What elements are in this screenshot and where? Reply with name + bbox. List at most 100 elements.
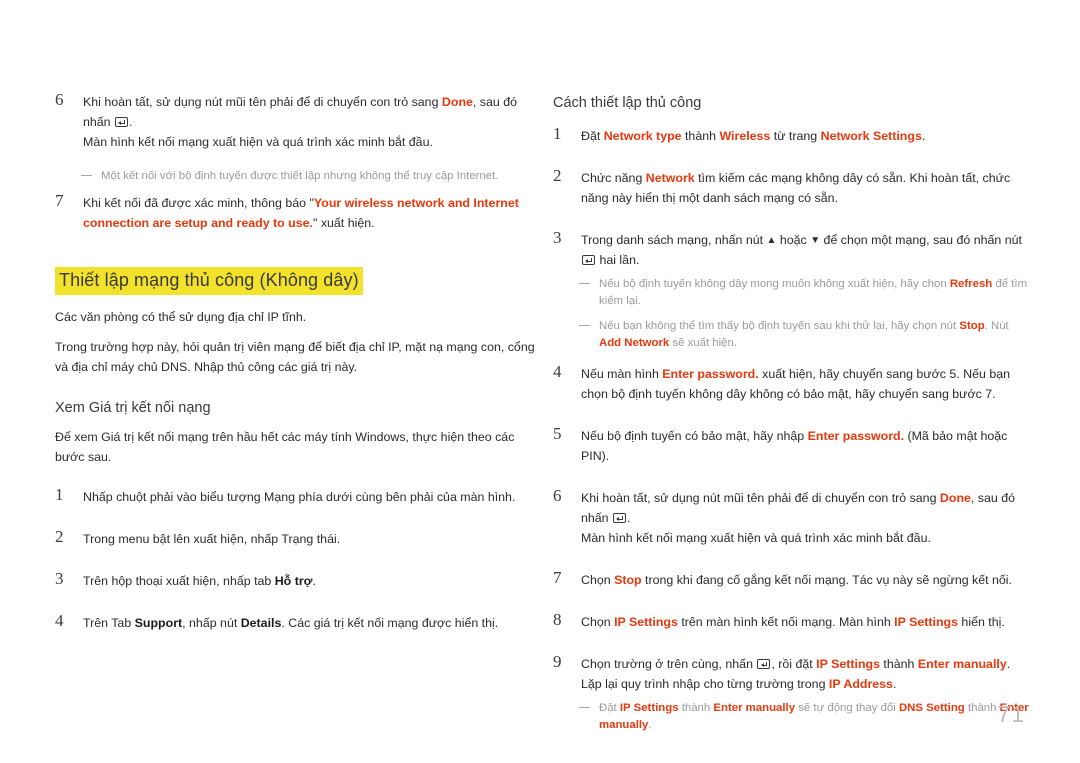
step-text-part: để chọn một mạng, sau đó nhấn nút (820, 233, 1022, 247)
step-text-part: Nếu màn hình (581, 367, 663, 381)
step-number: 6 (55, 90, 64, 109)
step-number: 2 (553, 166, 562, 185)
step-text-part: Đặt (581, 129, 604, 143)
highlighted-heading-wrap: Thiết lập mạng thủ công (Không dây) (55, 249, 535, 307)
right-step-8: 8 Chọn IP Settings trên màn hình kết nối… (553, 610, 1033, 632)
step-number: 5 (553, 424, 562, 443)
step-text-part: hiển thị. (957, 615, 1005, 629)
term-network-type: Network type (603, 129, 682, 143)
term-support: Support (134, 616, 183, 630)
step-number: 6 (553, 486, 562, 505)
term-refresh: Refresh (949, 278, 993, 290)
step-text: Khi kết nối đã được xác minh, thông báo … (83, 196, 519, 230)
right-step-7: 7 Chọn Stop trong khi đang cố gắng kết n… (553, 568, 1033, 590)
left-list-step-1: 1 Nhấp chuột phải vào biểu tượng Mạng ph… (55, 485, 535, 507)
term-ip-settings: IP Settings (614, 615, 678, 629)
term-enter-manually: Enter manually (713, 702, 796, 714)
note-text-part: Nếu bộ định tuyến không dây mong muốn kh… (599, 278, 950, 290)
step-number: 4 (553, 362, 562, 381)
step-text-part: " xuất hiện. (312, 216, 375, 230)
term-done: Done (939, 491, 971, 505)
term-ip-settings: IP Settings (619, 702, 679, 714)
step-number: 4 (55, 611, 64, 630)
step-text-part: Khi hoàn tất, sử dụng nút mũi tên phải đ… (581, 491, 940, 505)
step-text-part: từ trang (770, 129, 821, 143)
enter-key-icon (582, 255, 595, 265)
step-text-part: , rồi đặt (771, 657, 817, 671)
right-note-3: Đặt IP Settings thành Enter manually sẽ … (573, 700, 1033, 734)
note-text: Nếu bộ định tuyến không dây mong muốn kh… (599, 278, 1027, 307)
step-text: Nếu bộ định tuyến có bảo mật, hãy nhập E… (581, 429, 1007, 463)
right-note-1: Nếu bộ định tuyến không dây mong muốn kh… (573, 276, 1033, 310)
note-text: Một kết nối với bộ định tuyến được thiết… (101, 170, 499, 182)
right-step-1: 1 Đặt Network type thành Wireless từ tra… (553, 124, 1033, 146)
note-dash-icon (579, 276, 591, 285)
step-text-line2: Màn hình kết nối mạng xuất hiện và quá t… (83, 135, 433, 149)
right-step-2: 2 Chức năng Network tìm kiếm các mạng kh… (553, 166, 1033, 208)
term-stop: Stop (614, 573, 642, 587)
step-text: Trên Tab Support, nhấp nút Details. Các … (83, 616, 498, 630)
left-note-1: Một kết nối với bộ định tuyến được thiết… (75, 168, 535, 185)
arrow-up-icon: ▲ (766, 235, 777, 246)
step-text-part: Trên hộp thoại xuất hiện, nhấp tab (83, 574, 275, 588)
right-step-6: 6 Khi hoàn tất, sử dụng nút mũi tên phải… (553, 486, 1033, 548)
step-text-part: Chức năng (581, 171, 646, 185)
note-text: Nếu bạn không thể tìm thấy bộ định tuyến… (599, 320, 1009, 349)
left-list-step-2: 2 Trong menu bật lên xuất hiện, nhấp Trạ… (55, 527, 535, 549)
right-column-heading: Cách thiết lập thủ công (553, 95, 702, 111)
term-ip-settings: IP Settings (894, 615, 958, 629)
step-text-part: Trên Tab (83, 616, 135, 630)
term-ip-address: IP Address (828, 677, 893, 691)
note-text-part: . Nút (984, 320, 1009, 332)
step-text: Chọn IP Settings trên màn hình kết nối m… (581, 615, 1005, 629)
step-text-part: . Các giá trị kết nối mạng được hiển thị… (281, 616, 499, 630)
right-step-9: 9 Chọn trường ở trên cùng, nhấn , rồi đặ… (553, 652, 1033, 694)
page-section-heading: Thiết lập mạng thủ công (Không dây) (55, 267, 363, 295)
step-text-part: Chọn (581, 573, 615, 587)
note-dash-icon (579, 700, 591, 709)
term-network: Network (645, 171, 695, 185)
step-text: Nhấp chuột phải vào biểu tượng Mạng phía… (83, 490, 516, 504)
step-text: Trong danh sách mạng, nhấn nút ▲ hoặc ▼ … (581, 233, 1022, 267)
right-step-3: 3 Trong danh sách mạng, nhấn nút ▲ hoặc … (553, 228, 1033, 270)
enter-key-icon (115, 117, 129, 127)
step-text-part: . (312, 574, 316, 588)
term-add-network: Add Network (599, 337, 670, 349)
step-text: Đặt Network type thành Wireless từ trang… (581, 129, 925, 143)
term-enter-password: Enter password. (807, 429, 905, 443)
step-text-part: thành (879, 657, 918, 671)
left-paragraph-3: Để xem Giá trị kết nối mạng trên hầu hết… (55, 430, 515, 464)
step-number: 1 (55, 485, 64, 504)
note-text-part: thành (678, 702, 714, 714)
step-number: 3 (553, 228, 562, 247)
step-text: Chọn trường ở trên cùng, nhấn , rồi đặt … (581, 657, 1010, 691)
left-column: 6 Khi hoàn tất, sử dụng nút mũi tên phải… (55, 90, 535, 655)
step-text-part: hai lần. (596, 253, 640, 267)
step-text: Chức năng Network tìm kiếm các mạng khôn… (581, 171, 1010, 205)
term-stop: Stop (959, 320, 985, 332)
note-text-part: Nếu bạn không thể tìm thấy bộ định tuyến… (599, 320, 960, 332)
term-ip-settings: IP Settings (816, 657, 880, 671)
step-text-part: Trong danh sách mạng, nhấn nút (581, 233, 767, 247)
step-text: Trên hộp thoại xuất hiện, nhấp tab Hỗ tr… (83, 574, 316, 588)
step-text: Khi hoàn tất, sử dụng nút mũi tên phải đ… (581, 491, 1015, 545)
step-text-part: trên màn hình kết nối mạng. Màn hình (677, 615, 895, 629)
step-text-part: hoặc (776, 233, 811, 247)
step-text-part: . (892, 677, 897, 691)
document-page: 6 Khi hoàn tất, sử dụng nút mũi tên phải… (0, 0, 1080, 763)
note-text-part: sẽ xuất hiện. (669, 337, 738, 349)
note-dash-icon (579, 318, 591, 327)
step-number: 3 (55, 569, 64, 588)
step-number: 9 (553, 652, 562, 671)
left-list-step-3: 3 Trên hộp thoại xuất hiện, nhấp tab Hỗ … (55, 569, 535, 591)
step-text-part: Khi hoàn tất, sử dụng nút mũi tên phải đ… (83, 95, 442, 109)
term-done: Done (441, 95, 473, 109)
step-text-part: Chọn (581, 615, 615, 629)
enter-key-icon (757, 659, 771, 669)
right-step-5: 5 Nếu bộ định tuyến có bảo mật, hãy nhập… (553, 424, 1033, 466)
note-dash-icon (81, 168, 93, 177)
step-number: 2 (55, 527, 64, 546)
term-enter-manually: Enter manually (917, 657, 1007, 671)
note-text-part: sẽ tự động thay đổi (795, 702, 899, 714)
term-network-settings: Network Settings (820, 129, 922, 143)
